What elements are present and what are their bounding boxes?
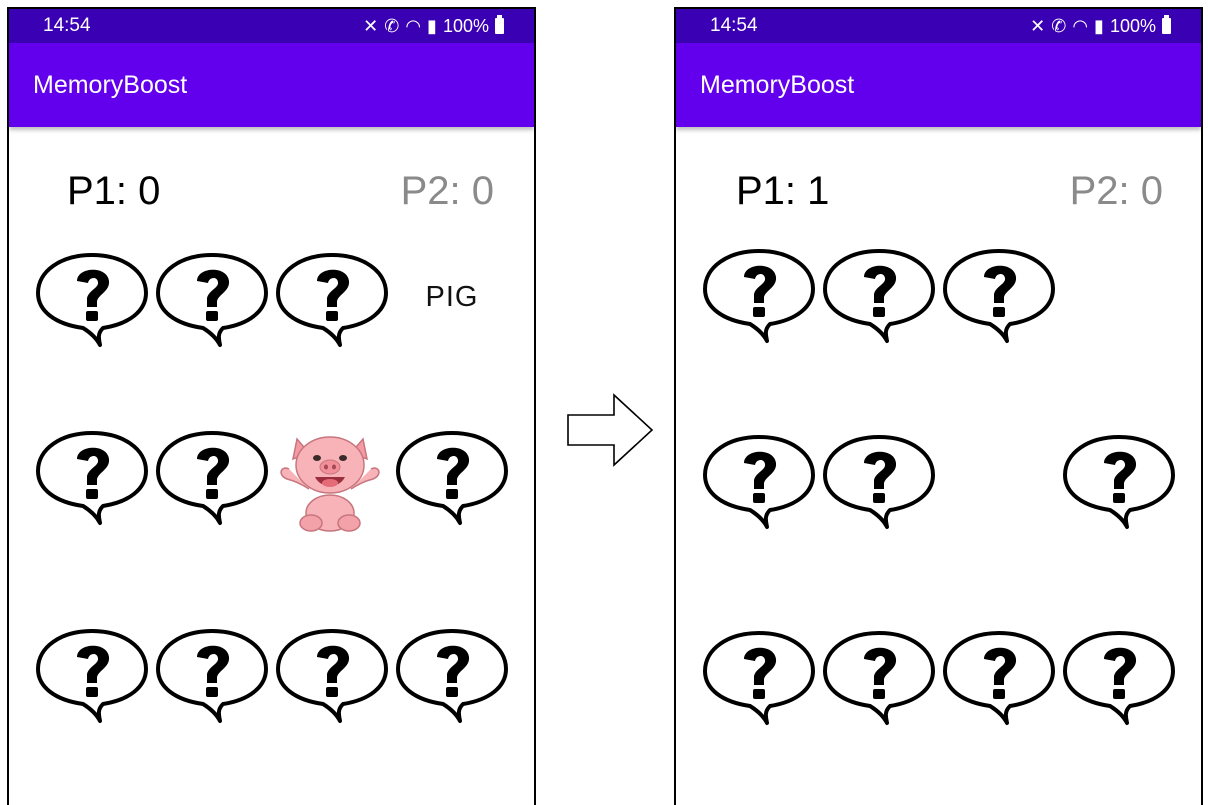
player1-score: P1: 0 bbox=[67, 169, 161, 213]
question-bubble-icon bbox=[820, 627, 938, 727]
status-time: 14:54 bbox=[43, 15, 91, 36]
question-bubble-icon bbox=[273, 249, 391, 349]
question-bubble-icon bbox=[700, 245, 818, 345]
question-bubble-icon bbox=[393, 625, 511, 725]
app-bar: MemoryBoost bbox=[9, 43, 534, 127]
call-icon: ✆ bbox=[384, 15, 400, 36]
question-bubble-icon bbox=[153, 249, 271, 349]
card-r1c4-empty bbox=[1060, 245, 1178, 345]
battery-level: 100% bbox=[442, 15, 489, 36]
question-bubble-icon bbox=[940, 245, 1058, 345]
status-time: 14:54 bbox=[710, 15, 758, 36]
card-r1c1[interactable] bbox=[33, 249, 151, 349]
app-bar: MemoryBoost bbox=[676, 43, 1201, 127]
card-r2c1[interactable] bbox=[700, 431, 818, 531]
mute-icon: ✕ bbox=[363, 15, 379, 36]
status-bar: 14:54 ✕ ✆ ◠ ▮ 100% bbox=[9, 9, 534, 43]
card-r2c4[interactable] bbox=[393, 427, 511, 527]
pig-icon bbox=[271, 421, 389, 539]
wifi-icon: ◠ bbox=[405, 15, 422, 36]
battery-icon bbox=[495, 15, 504, 34]
card-r2c3-pig[interactable] bbox=[271, 421, 389, 539]
question-bubble-icon bbox=[700, 627, 818, 727]
question-bubble-icon bbox=[820, 431, 938, 531]
card-r2c2[interactable] bbox=[153, 427, 271, 527]
battery-level: 100% bbox=[1109, 15, 1156, 36]
card-r2c1[interactable] bbox=[33, 427, 151, 527]
card-r1c1[interactable] bbox=[700, 245, 818, 345]
scoreboard: P1: 1 P2: 0 bbox=[676, 169, 1201, 219]
card-r3c4[interactable] bbox=[1060, 627, 1178, 727]
card-r2c4[interactable] bbox=[1060, 431, 1178, 531]
card-r3c3[interactable] bbox=[273, 625, 391, 725]
question-bubble-icon bbox=[33, 427, 151, 527]
signal-icon: ▮ bbox=[427, 15, 437, 36]
question-bubble-icon bbox=[1060, 627, 1178, 727]
left-screen: 14:54 ✕ ✆ ◠ ▮ 100% MemoryBoost P1: 0 P2:… bbox=[7, 7, 536, 805]
question-bubble-icon bbox=[153, 625, 271, 725]
question-bubble-icon bbox=[700, 431, 818, 531]
question-bubble-icon bbox=[393, 427, 511, 527]
arrow-right-icon bbox=[567, 393, 654, 467]
player2-score: P2: 0 bbox=[400, 169, 494, 213]
player1-score: P1: 1 bbox=[736, 169, 830, 213]
card-r1c3[interactable] bbox=[940, 245, 1058, 345]
card-r1c2[interactable] bbox=[153, 249, 271, 349]
status-bar: 14:54 ✕ ✆ ◠ ▮ 100% bbox=[676, 9, 1201, 43]
word-card-text: PIG bbox=[425, 280, 479, 313]
card-r1c2[interactable] bbox=[820, 245, 938, 345]
battery-icon bbox=[1162, 15, 1171, 34]
card-r3c1[interactable] bbox=[33, 625, 151, 725]
wifi-icon: ◠ bbox=[1072, 15, 1089, 36]
card-r3c2[interactable] bbox=[820, 627, 938, 727]
question-bubble-icon bbox=[820, 245, 938, 345]
card-r2c2[interactable] bbox=[820, 431, 938, 531]
question-bubble-icon bbox=[1060, 431, 1178, 531]
card-r3c2[interactable] bbox=[153, 625, 271, 725]
signal-icon: ▮ bbox=[1094, 15, 1104, 36]
card-r2c3-empty bbox=[940, 431, 1058, 531]
card-r1c3[interactable] bbox=[273, 249, 391, 349]
app-title: MemoryBoost bbox=[33, 70, 188, 99]
card-r3c1[interactable] bbox=[700, 627, 818, 727]
question-bubble-icon bbox=[153, 427, 271, 527]
question-bubble-icon bbox=[33, 625, 151, 725]
question-bubble-icon bbox=[273, 625, 391, 725]
question-bubble-icon bbox=[940, 627, 1058, 727]
question-bubble-icon bbox=[33, 249, 151, 349]
player2-score: P2: 0 bbox=[1069, 169, 1163, 213]
scoreboard: P1: 0 P2: 0 bbox=[9, 169, 534, 219]
mute-icon: ✕ bbox=[1030, 15, 1046, 36]
app-title: MemoryBoost bbox=[700, 70, 855, 99]
right-screen: 14:54 ✕ ✆ ◠ ▮ 100% MemoryBoost P1: 1 P2:… bbox=[674, 7, 1203, 805]
card-r3c4[interactable] bbox=[393, 625, 511, 725]
card-r1c4-word[interactable]: PIG bbox=[393, 247, 511, 347]
card-r3c3[interactable] bbox=[940, 627, 1058, 727]
call-icon: ✆ bbox=[1051, 15, 1067, 36]
